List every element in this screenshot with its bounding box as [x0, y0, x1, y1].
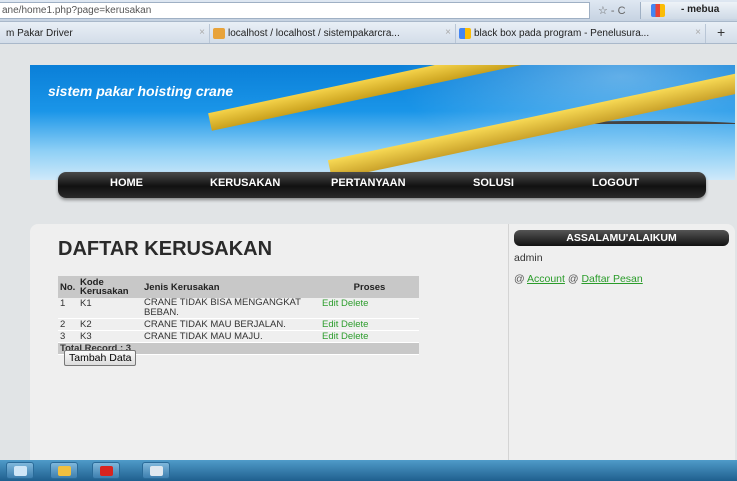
taskbar — [0, 460, 737, 481]
close-icon[interactable]: × — [445, 27, 451, 38]
col-header: Kode Kerusakan — [78, 276, 142, 298]
reload-controls[interactable]: ☆ - C — [598, 4, 626, 17]
cell-kode: K2 — [78, 318, 142, 331]
col-header: Jenis Kerusakan — [142, 276, 320, 298]
menu-solusi[interactable]: SOLUSI — [473, 177, 514, 189]
edit-delete-links[interactable]: Edit Delete — [320, 298, 419, 319]
cell-no: 3 — [58, 330, 78, 343]
folder-icon — [58, 466, 71, 476]
taskbar-app[interactable] — [6, 462, 34, 479]
google-search-box[interactable]: - mebua — [640, 2, 737, 19]
edit-delete-links[interactable]: Edit Delete — [320, 318, 419, 331]
close-icon[interactable]: × — [199, 27, 205, 38]
main-menu: HOME KERUSAKAN PERTANYAAN SOLUSI LOGOUT — [58, 172, 706, 198]
site-title: sistem pakar hoisting crane — [48, 83, 234, 99]
tab-sistem-pakar[interactable]: m Pakar Driver × — [0, 24, 210, 43]
cell-jenis: CRANE TIDAK MAU MAJU. — [142, 330, 320, 343]
cell-kode: K1 — [78, 298, 142, 319]
menu-pertanyaan[interactable]: PERTANYAAN — [331, 177, 406, 189]
at-sign: @ — [514, 273, 527, 285]
google-icon — [459, 28, 471, 39]
taskbar-app[interactable] — [50, 462, 78, 479]
address-bar[interactable]: ane/home1.php?page=kerusakan — [0, 2, 590, 19]
table-row: 2 K2 CRANE TIDAK MAU BERJALAN. Edit Dele… — [58, 318, 419, 331]
username: admin — [514, 252, 543, 264]
tambah-data-button[interactable]: Tambah Data — [64, 350, 137, 366]
account-link[interactable]: Account — [527, 273, 565, 285]
col-header: No. — [58, 276, 78, 298]
search-label: - mebua — [681, 4, 720, 15]
greeting-header: ASSALAMU'ALAIKUM — [514, 230, 729, 246]
tab-label: localhost / localhost / sistempakarcra..… — [228, 28, 400, 39]
col-header: Proses — [320, 276, 419, 298]
cell-jenis: CRANE TIDAK MAU BERJALAN. — [142, 318, 320, 331]
taskbar-app[interactable] — [92, 462, 120, 479]
cell-no: 1 — [58, 298, 78, 319]
daftar-pesan-link[interactable]: Daftar Pesan — [581, 273, 642, 285]
tab-phpmyadmin[interactable]: localhost / localhost / sistempakarcra..… — [210, 24, 456, 43]
new-tab-button[interactable]: + — [717, 24, 725, 40]
web-page: sistem pakar hoisting crane HOME KERUSAK… — [0, 44, 737, 460]
content-area: DAFTAR KERUSAKAN No. Kode Kerusakan Jeni… — [30, 224, 735, 460]
edit-delete-links[interactable]: Edit Delete — [320, 330, 419, 343]
cell-no: 2 — [58, 318, 78, 331]
browser-toolbar: ane/home1.php?page=kerusakan ☆ - C - meb… — [0, 0, 737, 22]
tab-label: m Pakar Driver — [6, 28, 73, 39]
tab-google-search[interactable]: black box pada program - Penelusura... × — [456, 24, 706, 43]
table-header: No. Kode Kerusakan Jenis Kerusakan Prose… — [58, 276, 419, 298]
at-sign: @ — [564, 273, 582, 285]
phpmyadmin-icon — [213, 28, 225, 39]
tab-label: black box pada program - Penelusura... — [474, 28, 650, 39]
menu-kerusakan[interactable]: KERUSAKAN — [210, 177, 280, 189]
tab-strip: m Pakar Driver × localhost / localhost /… — [0, 22, 737, 44]
cell-jenis: CRANE TIDAK BISA MENGANGKAT BEBAN. — [142, 298, 320, 319]
table-row: 1 K1 CRANE TIDAK BISA MENGANGKAT BEBAN. … — [58, 298, 419, 319]
menu-home[interactable]: HOME — [110, 177, 143, 189]
window-icon — [14, 466, 27, 476]
close-icon[interactable]: × — [695, 27, 701, 38]
page-title: DAFTAR KERUSAKAN — [58, 238, 273, 260]
kerusakan-table: No. Kode Kerusakan Jenis Kerusakan Prose… — [58, 276, 419, 355]
taskbar-app[interactable] — [142, 462, 170, 479]
table-row: 3 K3 CRANE TIDAK MAU MAJU. Edit Delete — [58, 330, 419, 343]
cell-kode: K3 — [78, 330, 142, 343]
sidebar: ASSALAMU'ALAIKUM admin @ Account @ Dafta… — [508, 224, 735, 460]
google-icon — [651, 4, 665, 17]
header-banner: sistem pakar hoisting crane — [30, 65, 735, 180]
account-links: @ Account @ Daftar Pesan — [514, 273, 643, 285]
app-icon — [150, 466, 163, 476]
pdf-icon — [100, 466, 113, 476]
menu-logout[interactable]: LOGOUT — [592, 177, 639, 189]
